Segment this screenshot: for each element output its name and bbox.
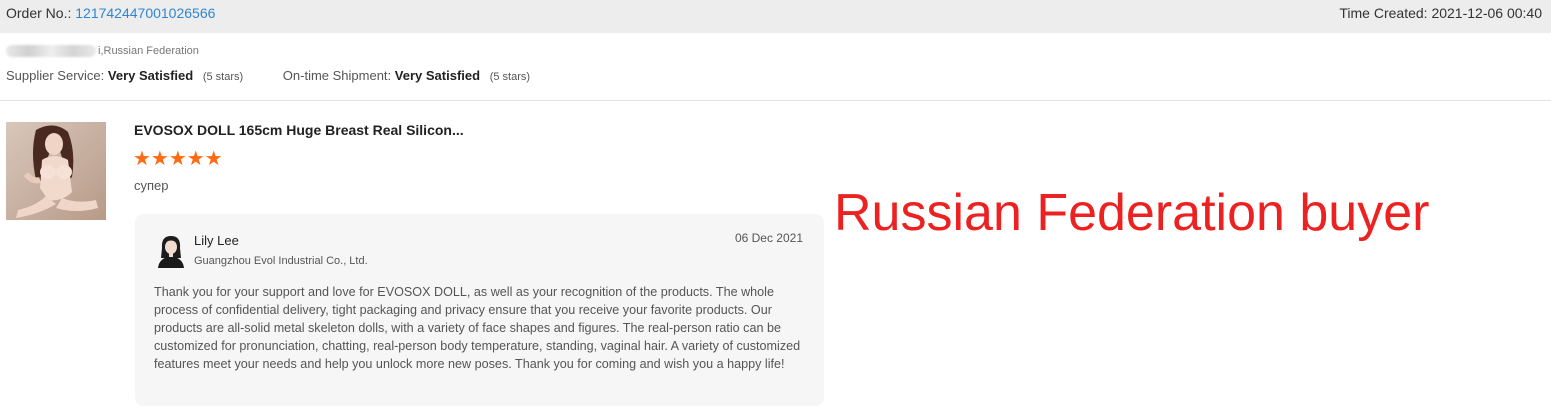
time-created-value: 2021-12-06 00:40: [1431, 5, 1542, 21]
supplier-service-label: Supplier Service:: [6, 68, 105, 83]
avatar: [155, 234, 187, 268]
on-time-shipment-stars: (5 stars): [489, 71, 531, 83]
supplier-service-stars: (5 stars): [202, 71, 244, 83]
time-created: Time Created: 2021-12-06 00:40: [1339, 5, 1542, 21]
order-number-label: Order No.:: [6, 5, 72, 21]
product-title[interactable]: EVOSOX DOLL 165cm Huge Breast Real Silic…: [134, 122, 464, 138]
order-number: Order No.: 121742447001026566: [6, 5, 215, 21]
buyer-location: i,Russian Federation: [6, 45, 199, 58]
buyer-location-text: i,Russian Federation: [98, 45, 199, 57]
section-divider: [0, 100, 1551, 101]
product-photo-icon: [6, 122, 106, 220]
seller-reply-box: Lily Lee Guangzhou Evol Industrial Co., …: [135, 214, 824, 406]
seller-reply-name: Lily Lee: [194, 233, 239, 248]
product-thumbnail[interactable]: [6, 122, 106, 220]
seller-avatar-icon: [158, 236, 184, 268]
seller-reply-text: Thank you for your support and love for …: [154, 285, 801, 371]
order-header-bar: Order No.: 121742447001026566 Time Creat…: [0, 0, 1551, 33]
seller-reply-date: 06 Dec 2021: [734, 231, 803, 245]
time-created-label: Time Created:: [1339, 5, 1428, 21]
seller-company-name: Guangzhou Evol Industrial Co., Ltd.: [194, 255, 368, 267]
supplier-service-rating: Supplier Service: Very Satisfied (5 star…: [6, 68, 243, 83]
product-star-rating: ★★★★★: [133, 148, 223, 170]
on-time-shipment-rating: On-time Shipment: Very Satisfied (5 star…: [283, 68, 530, 83]
supplier-service-value: Very Satisfied: [107, 68, 194, 83]
seller-ratings: Supplier Service: Very Satisfied (5 star…: [6, 68, 530, 83]
buyer-review-text: супер: [134, 178, 169, 193]
on-time-shipment-value: Very Satisfied: [394, 68, 481, 83]
on-time-shipment-label: On-time Shipment:: [282, 68, 392, 83]
annotation-overlay-text: Russian Federation buyer: [834, 184, 1430, 242]
order-number-link[interactable]: 121742447001026566: [75, 5, 215, 21]
redacted-buyer-name: [6, 45, 96, 58]
